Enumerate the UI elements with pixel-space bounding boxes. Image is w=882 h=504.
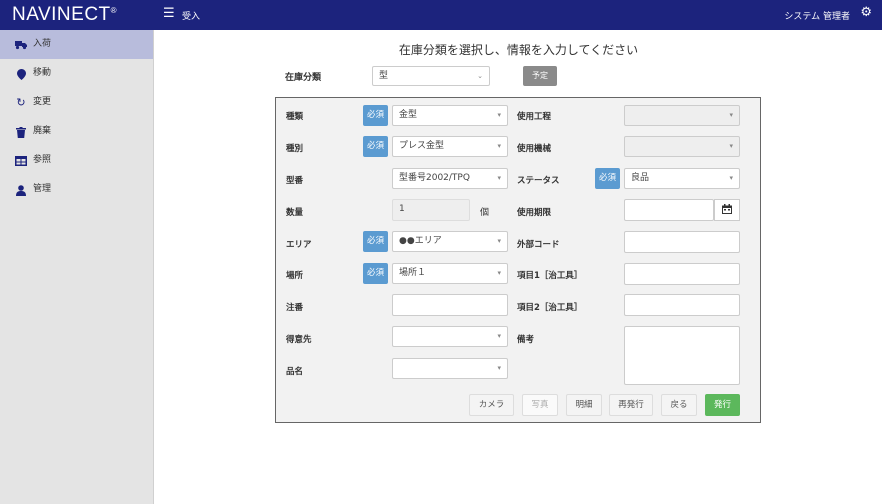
calendar-icon xyxy=(722,204,732,215)
sidebar-item-dispose[interactable]: 廃棄 xyxy=(0,117,153,146)
customer-label: 得意先 xyxy=(286,335,312,345)
required-badge: 必須 xyxy=(363,136,388,157)
photo-button[interactable]: 写真 xyxy=(522,394,558,416)
process-select[interactable]: ▾ xyxy=(624,105,740,126)
sidebar-item-reference[interactable]: 参照 xyxy=(0,146,153,175)
sidebar-item-label: 廃棄 xyxy=(33,126,52,136)
caret-down-icon: ▾ xyxy=(497,332,501,340)
item1-field[interactable] xyxy=(624,263,740,285)
hamburger-icon[interactable]: ☰ xyxy=(163,7,175,20)
plan-button[interactable]: 予定 xyxy=(523,66,557,86)
calendar-button[interactable] xyxy=(714,199,740,221)
item2-label: 項目2［治工具］ xyxy=(517,303,583,313)
machine-select[interactable]: ▾ xyxy=(624,136,740,157)
location-value: 場所１ xyxy=(399,268,427,278)
sidebar-item-change[interactable]: ↻ 変更 xyxy=(0,88,153,117)
status-label: ステータス xyxy=(517,176,560,186)
sidebar-item-inbound[interactable]: 入荷 xyxy=(0,30,153,59)
gear-icon[interactable]: ⚙ xyxy=(860,5,872,20)
quantity-value: 1 xyxy=(399,204,405,214)
caret-down-icon: ▾ xyxy=(729,174,733,182)
required-badge: 必須 xyxy=(363,105,388,126)
truck-icon xyxy=(14,30,28,59)
model-no-value: 型番号2002/TPQ xyxy=(399,173,470,183)
type-value: プレス金型 xyxy=(399,141,445,151)
status-select[interactable]: 良品 ▾ xyxy=(624,168,740,189)
sidebar-item-move[interactable]: 移動 xyxy=(0,59,153,88)
location-select[interactable]: 場所１ ▾ xyxy=(392,263,508,284)
sidebar-item-admin[interactable]: 管理 xyxy=(0,175,153,204)
area-value: ●●エリア xyxy=(399,236,442,246)
page-title: 受入 xyxy=(182,12,201,22)
issue-button[interactable]: 発行 xyxy=(705,394,740,416)
app-header: NAVINECT® ☰ 受入 システム 管理者 ⚙ xyxy=(0,0,882,30)
external-code-label: 外部コード xyxy=(517,240,560,250)
category-value: 型 xyxy=(379,71,389,81)
expiry-label: 使用期限 xyxy=(517,208,552,218)
table-icon xyxy=(14,146,28,175)
caret-down-icon: ▾ xyxy=(497,142,501,150)
order-no-label: 注番 xyxy=(286,303,304,313)
refresh-icon: ↻ xyxy=(16,96,26,109)
product-name-select[interactable]: ▾ xyxy=(392,358,508,379)
caret-down-icon: ▾ xyxy=(729,111,733,119)
map-marker-icon xyxy=(14,59,28,88)
sidebar-item-label: 移動 xyxy=(33,68,52,78)
type-label: 種別 xyxy=(286,144,304,154)
user-menu[interactable]: システム 管理者 xyxy=(784,9,850,22)
kind-select[interactable]: 金型 ▾ xyxy=(392,105,508,126)
caret-down-icon: ▾ xyxy=(497,111,501,119)
caret-down-icon: ▾ xyxy=(497,269,501,277)
required-badge: 必須 xyxy=(363,231,388,252)
caret-down-icon: ▾ xyxy=(729,142,733,150)
required-badge: 必須 xyxy=(595,168,620,189)
quantity-unit: 個 xyxy=(480,208,490,218)
customer-select[interactable]: ▾ xyxy=(392,326,508,347)
area-select[interactable]: ●●エリア ▾ xyxy=(392,231,508,252)
instruction-heading: 在庫分類を選択し、情報を入力してください xyxy=(398,43,639,57)
sidebar-item-label: 管理 xyxy=(33,184,52,194)
caret-down-icon: ▾ xyxy=(497,174,501,182)
required-badge: 必須 xyxy=(363,263,388,284)
area-label: エリア xyxy=(286,240,312,250)
type-select[interactable]: プレス金型 ▾ xyxy=(392,136,508,157)
process-label: 使用工程 xyxy=(517,112,552,122)
sidebar-item-label: 入荷 xyxy=(33,39,52,49)
model-no-label: 型番 xyxy=(286,176,304,186)
category-select[interactable]: 型 ⌄ xyxy=(372,66,490,86)
quantity-label: 数量 xyxy=(286,208,304,218)
kind-label: 種類 xyxy=(286,112,304,122)
kind-value: 金型 xyxy=(399,110,418,120)
status-value: 良品 xyxy=(631,173,650,183)
brand-logo[interactable]: NAVINECT® xyxy=(12,4,117,26)
details-button[interactable]: 明細 xyxy=(566,394,602,416)
quantity-field[interactable]: 1 xyxy=(392,199,470,221)
order-no-field[interactable] xyxy=(392,294,508,316)
reissue-button[interactable]: 再発行 xyxy=(609,394,653,416)
model-no-select[interactable]: 型番号2002/TPQ ▾ xyxy=(392,168,508,189)
caret-down-icon: ▾ xyxy=(497,364,501,372)
back-button[interactable]: 戻る xyxy=(661,394,697,416)
sidebar-item-label: 参照 xyxy=(33,155,52,165)
trash-icon xyxy=(14,117,28,146)
product-name-label: 品名 xyxy=(286,367,304,377)
category-label: 在庫分類 xyxy=(285,73,322,83)
remarks-label: 備考 xyxy=(517,335,535,345)
chevron-down-icon: ⌄ xyxy=(477,72,483,80)
remarks-textarea[interactable] xyxy=(624,326,740,385)
item2-field[interactable] xyxy=(624,294,740,316)
sidebar: 入荷 移動 ↻ 変更 廃棄 参照 管理 xyxy=(0,30,154,504)
machine-label: 使用機械 xyxy=(517,144,552,154)
item1-label: 項目1［治工具］ xyxy=(517,271,583,281)
sidebar-item-label: 変更 xyxy=(33,97,52,107)
user-icon xyxy=(14,175,28,204)
input-form-panel: 種類 必須 金型 ▾ 種別 必須 プレス金型 ▾ 型番 型番号2002/TPQ … xyxy=(275,97,761,423)
location-label: 場所 xyxy=(286,271,304,281)
caret-down-icon: ▾ xyxy=(497,237,501,245)
external-code-field[interactable] xyxy=(624,231,740,253)
expiry-date-field[interactable] xyxy=(624,199,714,221)
camera-button[interactable]: カメラ xyxy=(469,394,514,416)
main-content: 在庫分類を選択し、情報を入力してください 在庫分類 型 ⌄ 予定 種類 必須 金… xyxy=(155,30,882,504)
